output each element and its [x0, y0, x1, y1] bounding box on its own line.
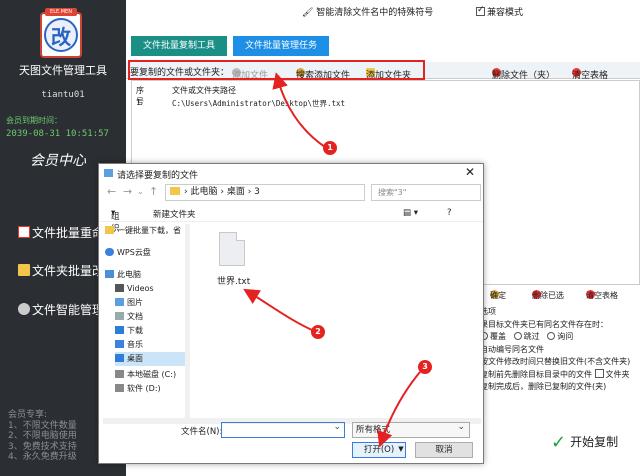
new-folder-button[interactable]: 新建文件夹	[153, 208, 196, 220]
annotation-badge-2: 2	[311, 325, 325, 339]
video-icon	[115, 284, 124, 292]
download-icon	[115, 326, 124, 334]
drive-icon	[115, 370, 124, 378]
nav-item-downloads[interactable]: 下载	[115, 324, 143, 338]
address-row: ← → ⌄ ↑ › 此电脑 › 桌面 › 3 搜索"3"	[99, 184, 483, 202]
computer-icon	[105, 270, 114, 278]
options-title: 选项	[480, 307, 496, 316]
back-icon[interactable]: ←	[107, 185, 116, 198]
member-expiry-label: 会员到期时间：	[6, 116, 62, 125]
delete-after-option[interactable]: 复制完成后，删除已复制的文件(夹)	[480, 381, 640, 394]
help-icon[interactable]: ?	[447, 208, 452, 218]
file-item-name[interactable]: 世界.txt	[217, 274, 250, 287]
search-input[interactable]: 搜索"3"	[371, 184, 481, 201]
folder-icon	[18, 264, 30, 276]
nav-item-wps-cloud[interactable]: WPS云盘	[105, 246, 151, 260]
tab-batch-copy[interactable]: 文件批量复制工具	[131, 36, 227, 56]
open-dropdown-icon[interactable]: ▼	[396, 442, 406, 458]
annotation-badge-1: 1	[323, 141, 337, 155]
logo-badge: ELE.MEN	[45, 8, 77, 16]
app-name: 天图文件管理工具	[19, 64, 107, 77]
nav-item-music[interactable]: 音乐	[115, 338, 143, 352]
nav-item-documents[interactable]: 文档	[115, 310, 143, 324]
annotation-badge-3: 3	[418, 360, 432, 374]
member-center-link[interactable]: 会员中心	[30, 150, 86, 170]
music-icon	[115, 340, 124, 348]
checkbox-icon	[594, 368, 604, 378]
radio-icon	[513, 332, 522, 340]
folder-icon	[170, 187, 180, 195]
nav-item-desktop[interactable]: 桌面	[115, 352, 188, 366]
document-icon	[18, 226, 30, 238]
folder-icon	[105, 226, 114, 234]
document-icon	[115, 312, 124, 320]
check-icon: ✓	[551, 432, 567, 453]
nav-item-quick-download[interactable]: 一键批量下载，省	[105, 224, 181, 238]
nav-scrollbar[interactable]	[185, 224, 190, 420]
nav-item-videos[interactable]: Videos	[115, 282, 154, 296]
dialog-title-bar: 请选择要复制的文件 ✕	[99, 164, 483, 182]
filetype-select[interactable]: 所有格式	[352, 420, 470, 438]
forward-icon[interactable]: →	[123, 185, 132, 198]
navigation-pane: 一键批量下载，省 WPS云盘 此电脑 Videos 图片 文档 下载 音乐 桌面…	[103, 224, 189, 420]
same-name-radios: 覆盖 跳过 询问	[480, 331, 640, 344]
up-icon[interactable]: ↑	[149, 185, 158, 198]
cloud-icon	[105, 248, 114, 256]
chevron-down-icon[interactable]: ⌄	[137, 187, 144, 196]
organize-button[interactable]: 组织 ▾	[111, 208, 120, 234]
close-icon[interactable]: ✕	[465, 165, 475, 179]
cancel-button[interactable]: 取消	[415, 442, 473, 458]
member-expiry-date: 2039-08-31 10:51:57	[6, 129, 109, 139]
options-panel: 选项 果目标文件夹已有同名文件存在时： 覆盖 跳过 询问 自动编号同名文件 按文…	[480, 306, 640, 426]
delete-before-option[interactable]: 复制前先删除目标目录中的文件 文件夹	[480, 368, 640, 382]
dialog-icon	[104, 169, 113, 177]
username: tiantu01	[41, 90, 85, 100]
top-bar: 🖌 智能清除文件名中的特殊符号 兼容模式	[126, 0, 640, 22]
radio-skip[interactable]: 跳过	[513, 332, 540, 341]
member-perks: 会员专享: 1、不限文件数量 2、不限电脑使用 3、免费技术支持 4、永久免费升…	[8, 410, 77, 462]
tab-batch-manage[interactable]: 文件批量管理任务	[233, 36, 329, 56]
auto-number-option[interactable]: 自动编号同名文件	[480, 344, 640, 357]
dialog-title: 请选择要复制的文件	[117, 171, 199, 181]
nav-item-pictures[interactable]: 图片	[115, 296, 143, 310]
smart-clear-button[interactable]: 🖌 智能清除文件名中的特殊符号	[302, 5, 433, 18]
compat-mode-checkbox[interactable]: 兼容模式	[476, 5, 523, 18]
text-file-icon[interactable]	[219, 232, 245, 266]
dialog-command-bar: 组织 ▾ 新建文件夹 ▤ ▾ ?	[99, 206, 483, 234]
highlight-box	[128, 60, 425, 80]
target-buttons: 确定 删除已选 清空表格	[490, 290, 618, 300]
app-logo: 改	[40, 12, 82, 58]
picture-icon	[115, 298, 124, 306]
nav-item-this-pc[interactable]: 此电脑	[105, 268, 141, 282]
radio-icon	[547, 332, 556, 340]
filename-row: 文件名(N): 所有格式	[99, 420, 483, 440]
file-list: 世界.txt	[191, 224, 481, 420]
filename-input[interactable]	[221, 420, 345, 438]
drive-icon	[115, 384, 124, 392]
nav-item-drive-c[interactable]: 本地磁盘 (C:)	[115, 368, 176, 382]
filename-label: 文件名(N):	[181, 427, 223, 437]
address-bar[interactable]: › 此电脑 › 桌面 › 3	[165, 184, 365, 201]
view-icon[interactable]: ▤ ▾	[403, 208, 418, 218]
same-name-question: 果目标文件夹已有同名文件存在时：	[480, 319, 608, 329]
replace-old-option[interactable]: 按文件修改时间只替换旧文件(不含文件夹)	[480, 356, 640, 369]
nav-item-drive-d[interactable]: 软件 (D:)	[115, 382, 161, 396]
file-open-dialog: 请选择要复制的文件 ✕ ← → ⌄ ↑ › 此电脑 › 桌面 › 3 搜索"3"…	[98, 163, 484, 464]
start-copy-button[interactable]: ✓ 开始复制	[551, 432, 618, 453]
logo-char: 改	[44, 18, 78, 52]
gamepad-icon	[18, 303, 30, 315]
desktop-icon	[115, 354, 124, 362]
checkbox-icon	[476, 5, 485, 16]
radio-ask[interactable]: 询问	[547, 332, 573, 341]
